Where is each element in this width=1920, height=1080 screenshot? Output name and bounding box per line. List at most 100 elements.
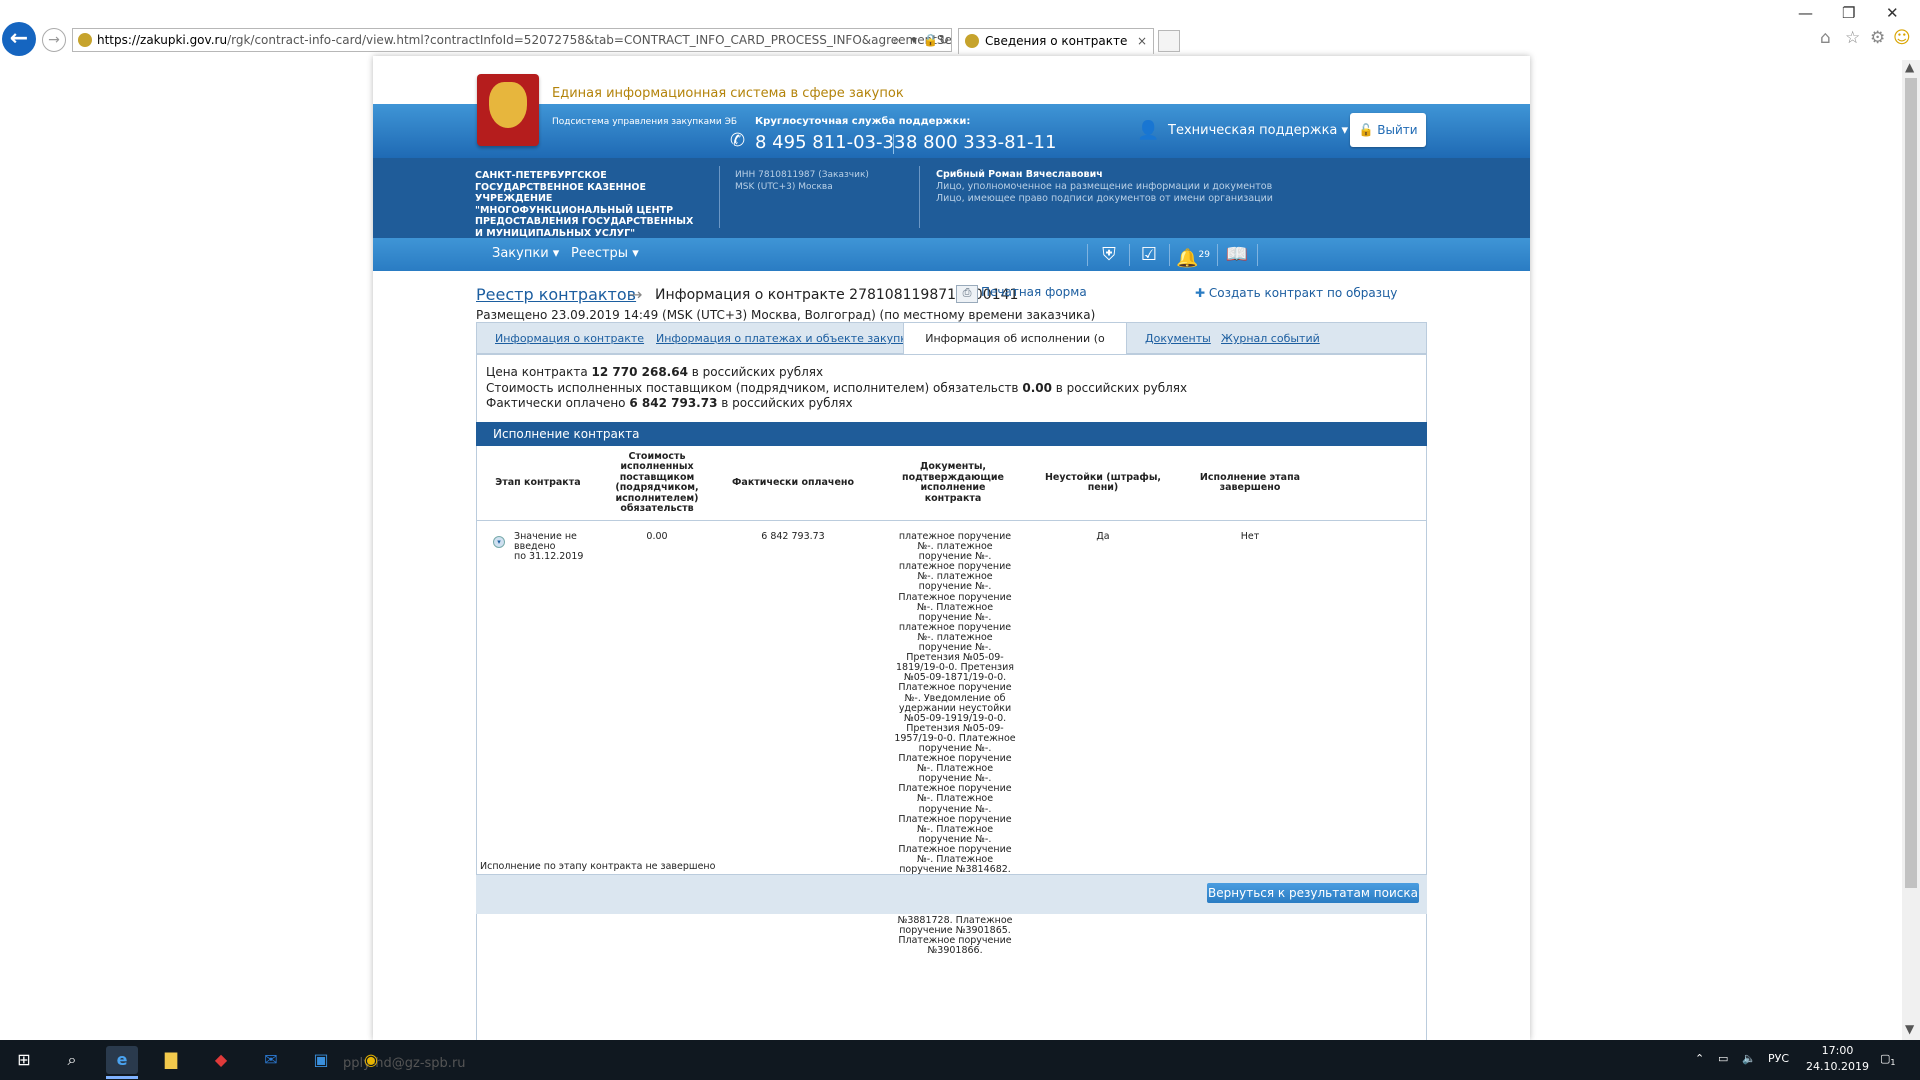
arrow-right-icon: → (629, 285, 643, 304)
eagle-icon (489, 82, 527, 128)
done-value: 0.00 (1022, 381, 1052, 395)
refresh-icon[interactable]: ↻ (939, 29, 949, 51)
tab-documents[interactable]: Документы (1145, 332, 1211, 345)
clock-date: 24.10.2019 (1806, 1060, 1869, 1073)
col-docs: Документы, подтверждающие исполнение кон… (902, 461, 1004, 504)
expand-row-icon[interactable]: ▾ (493, 536, 505, 548)
menu-zakupki-label: Закупки (492, 246, 549, 261)
row-done: Нет (1240, 531, 1260, 542)
scroll-up-icon[interactable]: ▲ (1905, 60, 1914, 74)
menu-zakupki[interactable]: Закупки ▾ (492, 246, 559, 261)
chrome-icon[interactable]: ◉ (355, 1046, 387, 1074)
tab-contract-info[interactable]: Информация о контракте (495, 332, 644, 345)
printer-icon[interactable]: ⎙ (956, 285, 978, 303)
posted-date: Размещено 23.09.2019 14:49 (MSK (UTC+3) … (476, 308, 1096, 322)
lock-icon: 🔒 (923, 33, 938, 47)
create-contract-link[interactable]: ✚ Создать контракт по образцу (1195, 286, 1397, 300)
row-cost: 0.00 (646, 531, 668, 542)
tab-close-icon[interactable]: × (1137, 29, 1147, 54)
hotline-label: Круглосуточная служба поддержки: (755, 116, 971, 127)
coat-of-arms-logo[interactable] (477, 74, 539, 146)
tech-support-dropdown[interactable]: Техническая поддержка ▾ (1168, 123, 1348, 138)
tab-execution[interactable]: Информация об исполнении (о расторжении)… (903, 322, 1127, 377)
input-language[interactable]: РУС (1768, 1052, 1789, 1065)
maximize-icon[interactable]: ❐ (1842, 4, 1855, 22)
tray-chevron-icon[interactable]: ⌃ (1695, 1052, 1704, 1065)
shield-icon[interactable]: ⛨ (1091, 242, 1127, 268)
done-label: Стоимость исполненных поставщиком (подря… (486, 381, 1019, 395)
system-name: Единая информационная система в сфере за… (552, 86, 904, 101)
acrobat-icon[interactable]: ◆ (205, 1046, 237, 1074)
windows-start-icon[interactable]: ⊞ (8, 1046, 40, 1074)
unlock-icon: 🔓 (1358, 123, 1374, 137)
favorites-star-icon[interactable]: ☆ (1845, 28, 1860, 48)
url-host: https://zakupki.gov.ru (97, 33, 228, 47)
file-explorer-icon[interactable]: ▇ (155, 1046, 187, 1074)
tab-payments[interactable]: Информация о платежах и объекте закупки (656, 332, 914, 345)
calendar-check-icon[interactable]: ☑ (1131, 242, 1167, 268)
fulfilled-cost: Стоимость исполненных поставщиком (подря… (486, 381, 1187, 395)
create-contract-label: Создать контракт по образцу (1208, 286, 1398, 300)
network-icon[interactable]: ▭ (1718, 1052, 1728, 1065)
chevron-down-icon: ▾ (552, 246, 560, 261)
new-tab-button[interactable] (1158, 30, 1180, 52)
stage-line-2: по 31.12.2019 (514, 551, 584, 563)
divider (1257, 244, 1258, 266)
notifications-bell-icon[interactable]: 🔔29 (1171, 242, 1215, 269)
taskbar (0, 1040, 1920, 1080)
lync-icon[interactable]: ▣ (305, 1046, 337, 1074)
browser-tab[interactable]: Сведения о контракте × (958, 28, 1154, 54)
phone-separator (893, 134, 894, 154)
ie-browser-icon[interactable]: e (106, 1046, 138, 1074)
divider (1217, 244, 1218, 266)
logout-button[interactable]: 🔓 Выйти (1350, 113, 1426, 147)
forward-button[interactable]: → (42, 28, 66, 52)
tech-support-label: Техническая поддержка (1168, 123, 1338, 138)
settings-gear-icon[interactable]: ⚙ (1870, 28, 1885, 48)
volume-icon[interactable]: 🔈 (1742, 1052, 1756, 1065)
divider (1169, 244, 1170, 266)
back-to-results-button[interactable]: Вернуться к результатам поиска (1207, 883, 1419, 903)
scroll-down-icon[interactable]: ▼ (1905, 1022, 1914, 1036)
inn-text: ИНН 7810811987 (Заказчик) (735, 170, 869, 180)
paid-value: 6 842 793.73 (629, 396, 718, 410)
minimize-icon[interactable]: — (1798, 4, 1813, 22)
home-icon[interactable]: ⌂ (1820, 28, 1831, 48)
vertical-scrollbar[interactable]: ▲ ▼ (1902, 60, 1920, 1040)
close-window-icon[interactable]: ✕ (1886, 4, 1899, 22)
price-label: Цена контракта (486, 365, 588, 379)
url-path: /rgk/contract-info-card/view.html?contra… (227, 33, 952, 47)
search-icon[interactable]: ⌕ (56, 1046, 88, 1074)
book-search-icon[interactable]: 📖 (1219, 242, 1255, 268)
logout-label: Выйти (1377, 123, 1418, 137)
chevron-down-icon: ▾ (1341, 123, 1349, 138)
chevron-down-icon: ▾ (632, 246, 639, 261)
smiley-feedback-icon[interactable]: ☺ (1893, 28, 1911, 48)
col-penalty: Неустойки (штрафы, пени) (1044, 471, 1162, 493)
notification-center-icon[interactable]: ▢1 (1880, 1052, 1896, 1067)
breadcrumb-registry[interactable]: Реестр контрактов (476, 285, 636, 304)
user-role-1: Лицо, уполномоченное на размещение инфор… (936, 181, 1273, 192)
support-user-icon: 👤 (1137, 120, 1160, 141)
address-bar[interactable]: https://zakupki.gov.ru/rgk/contract-info… (72, 28, 952, 52)
dropdown-icon[interactable]: ▾ (911, 29, 917, 51)
system-clock[interactable]: 17:00 24.10.2019 (1806, 1043, 1869, 1075)
outlook-icon[interactable]: ✉ (255, 1046, 287, 1074)
print-form-link[interactable]: Печатная форма (981, 285, 1087, 299)
col-done: Исполнение этапа завершено (1199, 471, 1301, 493)
page-content: Единая информационная система в сфере за… (373, 56, 1530, 1040)
stage-note: Исполнение по этапу контракта не заверше… (480, 861, 716, 872)
timezone-text: MSK (UTC+3) Москва (735, 182, 833, 192)
tab-journal[interactable]: Журнал событий (1221, 332, 1320, 345)
scroll-thumb[interactable] (1905, 78, 1917, 888)
search-icon[interactable]: ⌕ (893, 29, 900, 51)
contract-price: Цена контракта 12 770 268.64 в российски… (486, 365, 823, 379)
divider (1129, 244, 1130, 266)
back-button[interactable]: ← (2, 22, 36, 56)
col-stage: Этап контракта (495, 476, 581, 488)
menu-reestry[interactable]: Реестры ▾ (571, 246, 639, 261)
user-info: Срибный Роман Вячеславович Лицо, уполном… (936, 169, 1273, 205)
price-unit: в российских рублях (691, 365, 824, 379)
plus-icon: ✚ (1195, 286, 1206, 300)
col-paid: Фактически оплачено (732, 476, 854, 488)
